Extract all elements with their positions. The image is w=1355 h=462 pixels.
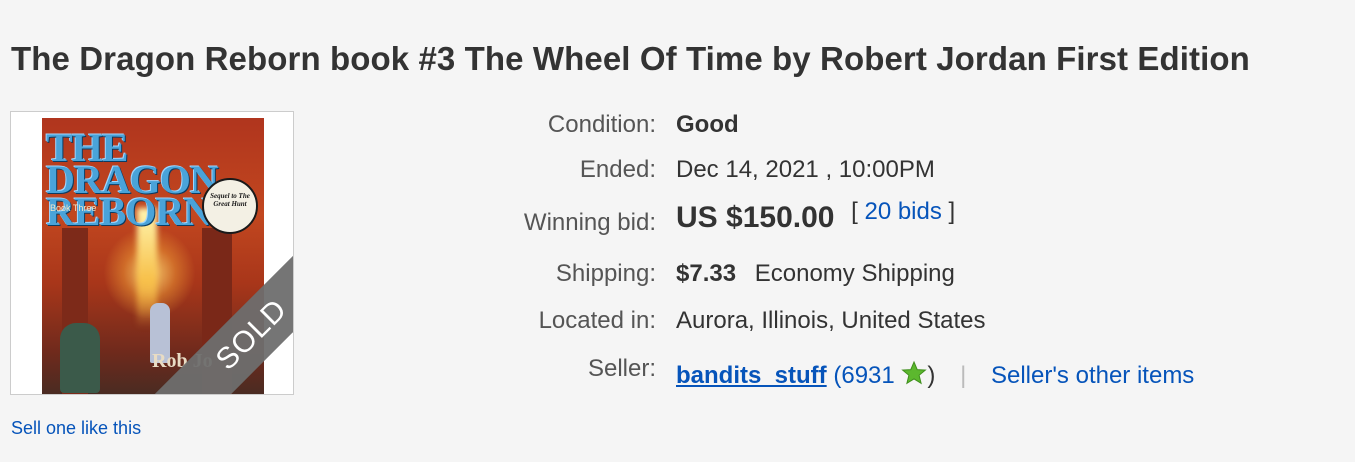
- location-value: Aurora, Illinois, United States: [676, 307, 986, 334]
- bids-close-bracket: ]: [948, 198, 956, 225]
- feedback-close-paren: ): [927, 362, 936, 389]
- separator: |: [960, 362, 967, 389]
- winning-bid-label: Winning bid:: [523, 209, 656, 236]
- bids-open-bracket: [: [851, 198, 858, 225]
- bid-count: [ 20 bids ]: [851, 198, 955, 225]
- ended-value: Dec 14, 2021 , 10:00PM: [676, 156, 935, 183]
- feedback-score-link[interactable]: 6931: [841, 362, 894, 389]
- seller-name-link[interactable]: bandits_stuff: [676, 362, 827, 389]
- green-star-icon: [901, 360, 928, 386]
- winning-bid-label-cell: Winning bid:: [400, 209, 656, 239]
- winning-bid-price: US $150.00: [676, 201, 835, 234]
- cover-book-number: Book Three: [50, 203, 97, 213]
- seller-row: bandits_stuff (6931 ) | Seller's other i…: [676, 360, 1194, 390]
- cover-sequel-badge: Sequel to The Great Hunt: [202, 178, 258, 234]
- seller-label-cell: Seller:: [400, 355, 656, 385]
- winning-bid-row: US $150.00 [ 20 bids ]: [676, 198, 955, 235]
- ended-label-cell: Ended:: [400, 156, 656, 186]
- shipping-service: Economy Shipping: [754, 260, 955, 287]
- sellers-other-items-link[interactable]: Seller's other items: [991, 362, 1194, 389]
- shipping-label-cell: Shipping:: [400, 260, 656, 290]
- bid-history-link[interactable]: 20 bids: [864, 198, 941, 225]
- condition-label-cell: Condition:: [400, 111, 656, 141]
- item-image[interactable]: THE DRAGON REBORN Book Three Sequel to T…: [10, 111, 294, 395]
- location-label: Located in:: [538, 307, 656, 334]
- shipping-label: Shipping:: [555, 260, 656, 287]
- seller-label: Seller:: [587, 355, 656, 382]
- condition-label: Condition:: [547, 111, 656, 138]
- ended-label: Ended:: [579, 156, 656, 183]
- listing-title: The Dragon Reborn book #3 The Wheel Of T…: [11, 40, 1250, 77]
- shipping-row: $7.33 Economy Shipping: [676, 260, 955, 288]
- location-label-cell: Located in:: [400, 307, 656, 337]
- condition-value: Good: [676, 111, 739, 138]
- sell-one-like-this-link[interactable]: Sell one like this: [11, 418, 141, 439]
- shipping-cost: $7.33: [676, 260, 737, 287]
- cover-figure-2: [60, 323, 100, 393]
- feedback-group: (6931 ): [833, 360, 942, 389]
